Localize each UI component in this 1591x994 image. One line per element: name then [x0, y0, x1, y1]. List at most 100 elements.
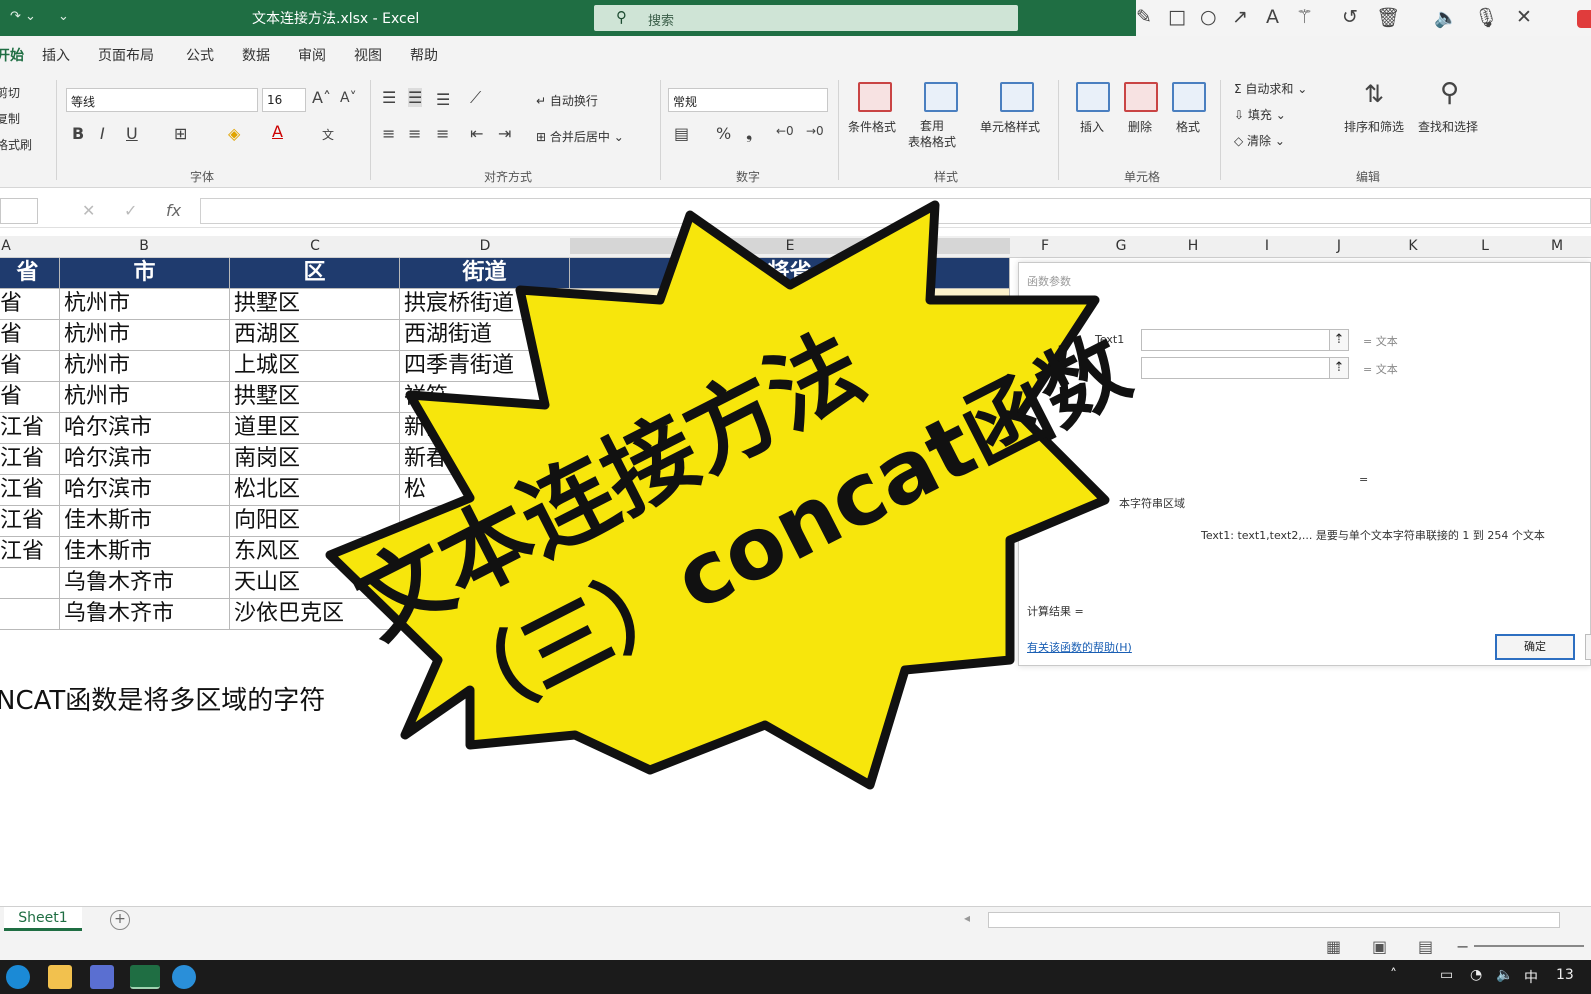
close-icon[interactable]: ✕	[1516, 6, 1532, 28]
sort-filter-button[interactable]: 排序和筛选	[1344, 118, 1404, 135]
table-cell[interactable]	[570, 320, 1010, 351]
enter-icon[interactable]: ✓	[124, 201, 137, 220]
magic-wand-icon[interactable]: ⚚	[1296, 6, 1313, 28]
collapse-dialog-icon[interactable]: ⇡	[1329, 329, 1349, 351]
increase-decimal-icon[interactable]: ←0	[776, 124, 794, 138]
table-cell[interactable]: 佳木斯市	[60, 506, 230, 537]
customize-qat-icon[interactable]: ⌄	[58, 9, 69, 24]
table-cell[interactable]: 拱墅区	[230, 382, 400, 413]
formula-input[interactable]	[200, 198, 1591, 224]
table-cell[interactable]: 上城区	[230, 351, 400, 382]
save-icon[interactable]	[90, 965, 114, 989]
table-cell[interactable]	[400, 568, 570, 599]
table-cell[interactable]: 西湖街道	[400, 320, 570, 351]
table-cell[interactable]	[570, 444, 1010, 475]
autosum-button[interactable]: Σ 自动求和 ⌄	[1234, 80, 1307, 97]
percent-button[interactable]: %	[716, 124, 731, 143]
column-header-c[interactable]: C	[230, 238, 400, 254]
table-cell[interactable]: 乌鲁木齐市	[60, 599, 230, 630]
font-size-select[interactable]: 16	[262, 88, 306, 112]
help-link[interactable]: 有关该函数的帮助(H)	[1027, 639, 1132, 655]
table-cell[interactable]: 江省	[0, 444, 60, 475]
column-header-l[interactable]: L	[1470, 238, 1500, 254]
name-box[interactable]	[0, 198, 38, 224]
align-right-icon[interactable]: ≡	[436, 124, 449, 143]
table-cell[interactable]: 天山区	[230, 568, 400, 599]
arrow-icon[interactable]: ↗	[1232, 6, 1248, 28]
table-cell[interactable]: 江省	[0, 413, 60, 444]
column-header-a[interactable]: A	[0, 238, 14, 254]
rectangle-icon[interactable]: □	[1168, 6, 1186, 28]
table-cell[interactable]: 省	[0, 289, 60, 320]
phonetic-icon[interactable]: 文	[322, 126, 334, 143]
align-bottom-icon[interactable]: ☰	[436, 90, 450, 109]
conditional-format-icon[interactable]	[858, 82, 892, 112]
format-cells-button[interactable]: 格式	[1176, 118, 1200, 135]
table-cell[interactable]: 江省	[0, 475, 60, 506]
conditional-format-button[interactable]: 条件格式	[848, 118, 896, 135]
insert-cells-icon[interactable]	[1076, 82, 1110, 112]
increase-indent-icon[interactable]: ⇥	[498, 124, 511, 143]
decrease-decimal-icon[interactable]: →0	[806, 124, 824, 138]
bold-button[interactable]: B	[72, 124, 84, 143]
table-header-cell[interactable]: 区	[230, 258, 400, 289]
column-header-h[interactable]: H	[1178, 238, 1208, 254]
tab-data[interactable]: 数据	[242, 45, 270, 65]
clear-button[interactable]: ◇ 清除 ⌄	[1234, 132, 1285, 149]
add-sheet-icon[interactable]: +	[110, 910, 130, 930]
align-top-icon[interactable]: ☰	[382, 88, 396, 107]
table-cell[interactable]: 道里区	[230, 413, 400, 444]
merge-center-button[interactable]: ⊞ 合并后居中 ⌄	[536, 128, 624, 145]
table-cell[interactable]: 新阳	[400, 413, 570, 444]
fill-button[interactable]: ⇩ 填充 ⌄	[1234, 106, 1286, 123]
table-header-cell[interactable]: 将省	[570, 258, 1010, 289]
zoom-slider[interactable]	[1474, 945, 1584, 947]
volume-icon[interactable]: 🔈	[1496, 967, 1513, 983]
number-format-select[interactable]: 常规	[668, 88, 828, 112]
wrap-text-button[interactable]: ↵ 自动换行	[536, 92, 598, 109]
italic-button[interactable]: I	[100, 124, 105, 143]
column-header-f[interactable]: F	[1030, 238, 1060, 254]
table-header-cell[interactable]: 省	[0, 258, 60, 289]
table-cell[interactable]: 杭州市	[60, 320, 230, 351]
table-cell[interactable]: 拱宸桥街道	[400, 289, 570, 320]
table-cell[interactable]	[0, 568, 60, 599]
network-icon[interactable]: ◔	[1470, 967, 1482, 983]
redo-icon[interactable]: ↷ ⌄	[10, 9, 36, 24]
table-cell[interactable]	[570, 537, 1010, 568]
tab-view[interactable]: 视图	[354, 45, 382, 65]
ok-button[interactable]: 确定	[1495, 634, 1575, 660]
undo-icon[interactable]: ↺	[1342, 6, 1358, 28]
horizontal-scrollbar[interactable]	[988, 912, 1560, 928]
orientation-icon[interactable]: ⟋	[470, 88, 481, 108]
speaker-icon[interactable]: 🔈	[1434, 6, 1458, 29]
tab-formulas[interactable]: 公式	[186, 45, 214, 65]
table-header-cell[interactable]: 市	[60, 258, 230, 289]
column-header-b[interactable]: B	[60, 238, 228, 254]
table-cell[interactable]: 四季青街道	[400, 351, 570, 382]
table-cell[interactable]	[400, 599, 570, 630]
cancel-button[interactable]	[1585, 634, 1591, 660]
table-cell[interactable]	[570, 351, 1010, 382]
table-cell[interactable]	[570, 568, 1010, 599]
tab-help[interactable]: 帮助	[410, 45, 438, 65]
format-table-icon[interactable]	[924, 82, 958, 112]
table-cell[interactable]: 沙依巴克区	[230, 599, 400, 630]
page-break-view-icon[interactable]: ▤	[1418, 937, 1433, 956]
table-cell[interactable]: 省	[0, 320, 60, 351]
microphone-icon[interactable]: 🎙	[1474, 6, 1498, 29]
sort-filter-icon[interactable]: ⇅	[1364, 80, 1384, 108]
browser-icon[interactable]	[172, 965, 196, 989]
fill-color-icon[interactable]: ◈	[228, 124, 240, 143]
align-left-icon[interactable]: ≡	[382, 124, 395, 143]
table-cell[interactable]: 省	[0, 351, 60, 382]
circle-icon[interactable]: ○	[1200, 6, 1217, 28]
currency-icon[interactable]: ▤	[674, 124, 689, 143]
column-header-m[interactable]: M	[1542, 238, 1572, 254]
table-cell[interactable]: 哈尔滨市	[60, 444, 230, 475]
table-cell[interactable]: 省	[0, 382, 60, 413]
column-header-d[interactable]: D	[400, 238, 570, 254]
table-cell[interactable]: 南岗区	[230, 444, 400, 475]
cancel-icon[interactable]: ✕	[82, 201, 95, 220]
delete-cells-icon[interactable]	[1124, 82, 1158, 112]
